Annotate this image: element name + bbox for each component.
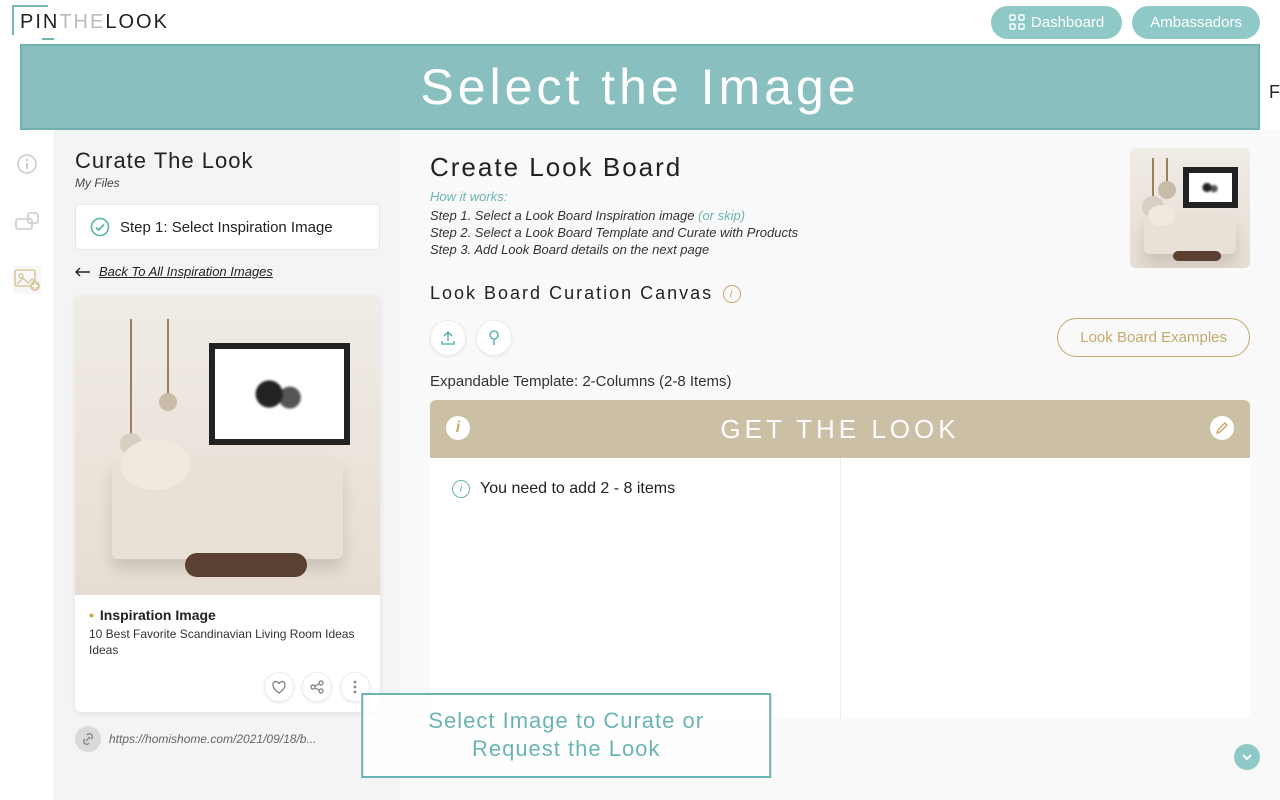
pin-icon bbox=[485, 329, 503, 347]
clipped-text: F bbox=[1269, 82, 1280, 103]
check-circle-icon bbox=[90, 217, 110, 237]
canvas-info-button[interactable]: i bbox=[446, 416, 470, 440]
brand-logo[interactable]: PINTHELOOK bbox=[20, 11, 169, 34]
logo-bracket-icon bbox=[42, 28, 54, 40]
canvas-column-1[interactable]: i You need to add 2 - 8 items bbox=[430, 458, 841, 718]
upload-icon bbox=[439, 329, 457, 347]
share-button[interactable] bbox=[302, 672, 332, 702]
ambassadors-button[interactable]: Ambassadors bbox=[1132, 6, 1260, 39]
info-icon: i bbox=[452, 480, 470, 498]
info-icon[interactable]: i bbox=[723, 285, 741, 303]
canvas-toolbar: Look Board Examples bbox=[430, 318, 1250, 357]
room-scene-graphic bbox=[1130, 148, 1250, 268]
sidebar-title: Curate The Look bbox=[75, 148, 380, 174]
canvas-title-text: Look Board Curation Canvas bbox=[430, 283, 713, 304]
back-to-images-link[interactable]: Back To All Inspiration Images bbox=[75, 264, 380, 279]
card-actions bbox=[75, 668, 380, 712]
logo-text-the: THE bbox=[59, 11, 105, 33]
inspiration-thumbnail[interactable] bbox=[1130, 148, 1250, 268]
step-1-prefix: Step 1. Select a Look Board Inspiration … bbox=[430, 208, 698, 223]
canvas-edit-button[interactable] bbox=[1210, 416, 1234, 440]
inspiration-image[interactable] bbox=[75, 295, 380, 595]
how-it-works-label: How it works: bbox=[430, 189, 1250, 204]
scroll-down-button[interactable] bbox=[1234, 744, 1260, 770]
pin-button[interactable] bbox=[476, 320, 512, 356]
card-description: 10 Best Favorite Scandinavian Living Roo… bbox=[89, 627, 366, 658]
add-items-text: You need to add 2 - 8 items bbox=[480, 480, 675, 498]
step-1-text: Step 1. Select a Look Board Inspiration … bbox=[430, 208, 1250, 223]
select-image-cta[interactable]: Select Image to Curate or Request the Lo… bbox=[361, 693, 771, 778]
look-board-examples-button[interactable]: Look Board Examples bbox=[1057, 318, 1250, 357]
like-button[interactable] bbox=[264, 672, 294, 702]
card-tag-text: Inspiration Image bbox=[100, 607, 216, 623]
examples-label: Look Board Examples bbox=[1080, 329, 1227, 346]
step-2-text: Step 2. Select a Look Board Template and… bbox=[430, 225, 1250, 240]
cta-line-2: Request the Look bbox=[373, 735, 759, 764]
upload-button[interactable] bbox=[430, 320, 466, 356]
chevron-down-icon bbox=[1240, 750, 1254, 764]
banner-title: Select the Image bbox=[420, 58, 859, 116]
link-icon[interactable] bbox=[75, 726, 101, 752]
share-icon bbox=[309, 679, 325, 695]
canvas-column-2[interactable] bbox=[841, 458, 1251, 718]
top-nav-buttons: Dashboard Ambassadors bbox=[991, 6, 1260, 39]
arrow-left-icon bbox=[75, 267, 91, 277]
sidebar-subtitle: My Files bbox=[75, 176, 380, 190]
grid-icon bbox=[1009, 14, 1025, 30]
source-url-row: https://homishome.com/2021/09/18/b... bbox=[75, 726, 380, 752]
room-scene-graphic bbox=[75, 295, 380, 595]
skip-link[interactable]: (or skip) bbox=[698, 208, 745, 223]
canvas-header-title: GET THE LOOK bbox=[720, 414, 959, 445]
add-items-hint: i You need to add 2 - 8 items bbox=[452, 480, 818, 498]
info-icon: i bbox=[456, 419, 460, 437]
step-1-label: Step 1: Select Inspiration Image bbox=[120, 219, 333, 236]
edit-icon bbox=[1215, 421, 1229, 435]
canvas-body: i You need to add 2 - 8 items bbox=[430, 458, 1250, 718]
dashboard-button[interactable]: Dashboard bbox=[991, 6, 1122, 39]
bullet-icon: • bbox=[89, 607, 94, 623]
template-label: Expandable Template: 2-Columns (2-8 Item… bbox=[430, 373, 1250, 390]
card-tag: • Inspiration Image bbox=[89, 607, 366, 623]
cta-line-1: Select Image to Curate or bbox=[373, 707, 759, 736]
dashboard-label: Dashboard bbox=[1031, 14, 1104, 31]
top-bar: PINTHELOOK Dashboard Ambassadors bbox=[0, 0, 1280, 44]
furniture-icon[interactable] bbox=[13, 208, 41, 236]
add-image-icon[interactable] bbox=[13, 266, 41, 294]
curation-canvas: i GET THE LOOK i You need to add 2 - 8 i… bbox=[430, 400, 1250, 718]
heart-icon bbox=[271, 679, 287, 695]
sidebar: Curate The Look My Files Step 1: Select … bbox=[55, 130, 400, 800]
step-1-card[interactable]: Step 1: Select Inspiration Image bbox=[75, 204, 380, 250]
select-image-banner: Select the Image bbox=[20, 44, 1260, 130]
canvas-section-title: Look Board Curation Canvas i bbox=[430, 283, 1250, 304]
canvas-header: i GET THE LOOK bbox=[430, 400, 1250, 458]
source-url-text[interactable]: https://homishome.com/2021/09/18/b... bbox=[109, 732, 316, 746]
inspiration-preview-card: • Inspiration Image 10 Best Favorite Scan… bbox=[75, 295, 380, 712]
back-link-text: Back To All Inspiration Images bbox=[99, 264, 273, 279]
ambassadors-label: Ambassadors bbox=[1150, 14, 1242, 31]
left-icon-rail bbox=[0, 130, 55, 800]
logo-text-look: LOOK bbox=[105, 11, 169, 33]
info-icon[interactable] bbox=[13, 150, 41, 178]
page-title: Create Look Board bbox=[430, 152, 1250, 183]
step-3-text: Step 3. Add Look Board details on the ne… bbox=[430, 242, 1250, 257]
